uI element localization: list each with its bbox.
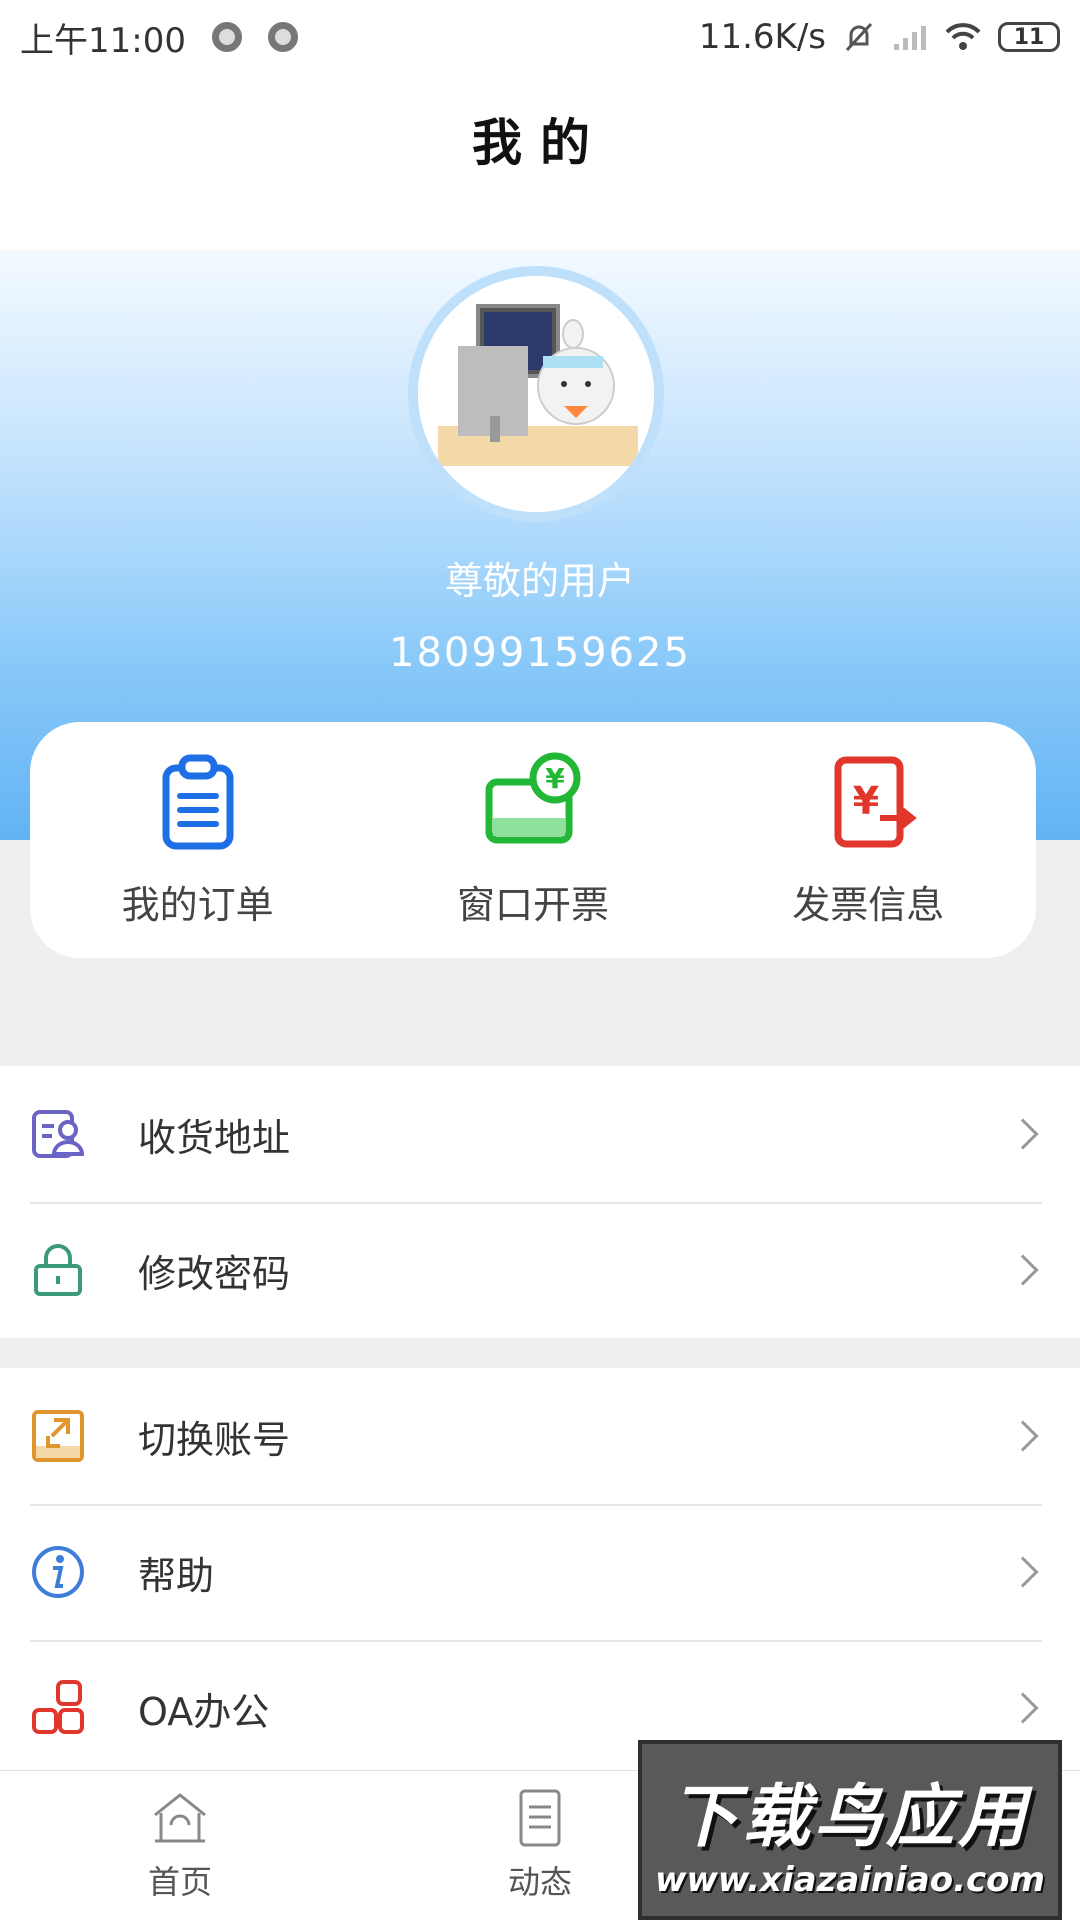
avatar-illustration-icon	[418, 276, 654, 512]
menu-label: 帮助	[138, 1553, 215, 1598]
window-invoice-button[interactable]: ¥ 窗口开票	[383, 752, 683, 929]
svg-text:¥: ¥	[545, 762, 565, 795]
nav-label: 动态	[507, 1863, 572, 1901]
mute-bell-icon	[845, 22, 873, 52]
quick-action-label: 我的订单	[121, 882, 274, 927]
avatar[interactable]	[408, 266, 664, 522]
watermark-title: 下载鸟应用	[669, 1777, 1030, 1857]
quick-action-label: 发票信息	[792, 882, 945, 927]
quick-actions-card: 我的订单 ¥ 窗口开票 ¥ 发票信息	[30, 722, 1036, 958]
status-left: 上午11:00	[20, 13, 298, 62]
menu-label: OA办公	[138, 1689, 270, 1734]
menu-item-change-password[interactable]: 修改密码	[0, 1202, 1080, 1338]
quick-action-label: 窗口开票	[456, 882, 609, 927]
menu-group-account: 收货地址 修改密码	[0, 1066, 1080, 1338]
menu-item-help[interactable]: 帮助	[0, 1504, 1080, 1640]
battery-icon: 11	[998, 22, 1060, 52]
menu-item-address[interactable]: 收货地址	[0, 1066, 1080, 1202]
document-icon	[519, 1789, 561, 1847]
status-right: 11.6K/s 11	[699, 17, 1060, 57]
oa-blocks-icon	[32, 1680, 84, 1734]
network-speed: 11.6K/s	[698, 17, 826, 57]
yen-card-icon: ¥	[485, 752, 581, 843]
menu-label: 修改密码	[138, 1251, 291, 1296]
svg-text:¥: ¥	[853, 779, 879, 823]
yen-invoice-icon: ¥	[834, 756, 918, 847]
my-orders-button[interactable]: 我的订单	[48, 752, 348, 929]
chevron-right-icon	[1007, 1254, 1039, 1286]
chevron-right-icon	[1007, 1556, 1039, 1588]
info-icon	[32, 1546, 84, 1598]
status-bar: 上午11:00 11.6K/s 11	[0, 0, 1080, 74]
invoice-info-button[interactable]: ¥ 发票信息	[718, 752, 1018, 929]
address-card-icon	[32, 1110, 85, 1158]
menu-item-switch-account[interactable]: 切换账号	[0, 1368, 1080, 1504]
watermark: 下载鸟应用 www.xiazainiao.com	[638, 1740, 1062, 1920]
menu-label: 切换账号	[138, 1417, 291, 1462]
chevron-right-icon	[1007, 1420, 1039, 1452]
home-icon	[154, 1793, 206, 1843]
chevron-right-icon	[1007, 1118, 1039, 1150]
user-phone: 18099159625	[389, 630, 691, 676]
notification-dot-icon	[267, 22, 298, 52]
user-name: 尊敬的用户	[444, 559, 635, 603]
chevron-right-icon	[1007, 1692, 1039, 1724]
signal-icon	[894, 26, 926, 50]
watermark-url: www.xiazainiao.com	[655, 1859, 1045, 1900]
page-title: 我的	[472, 114, 608, 172]
wifi-icon	[945, 23, 981, 50]
clipboard-icon	[162, 754, 234, 849]
header: 我的	[0, 74, 1080, 250]
status-time: 上午11:00	[20, 20, 186, 61]
menu-group-general: 切换账号 帮助 OA办公	[0, 1368, 1080, 1776]
notification-dot-icon	[211, 22, 242, 52]
switch-account-icon	[32, 1410, 84, 1462]
menu-label: 收货地址	[138, 1115, 291, 1160]
lock-icon	[34, 1244, 82, 1296]
nav-label: 首页	[147, 1863, 212, 1901]
nav-home[interactable]: 首页	[0, 1771, 360, 1920]
